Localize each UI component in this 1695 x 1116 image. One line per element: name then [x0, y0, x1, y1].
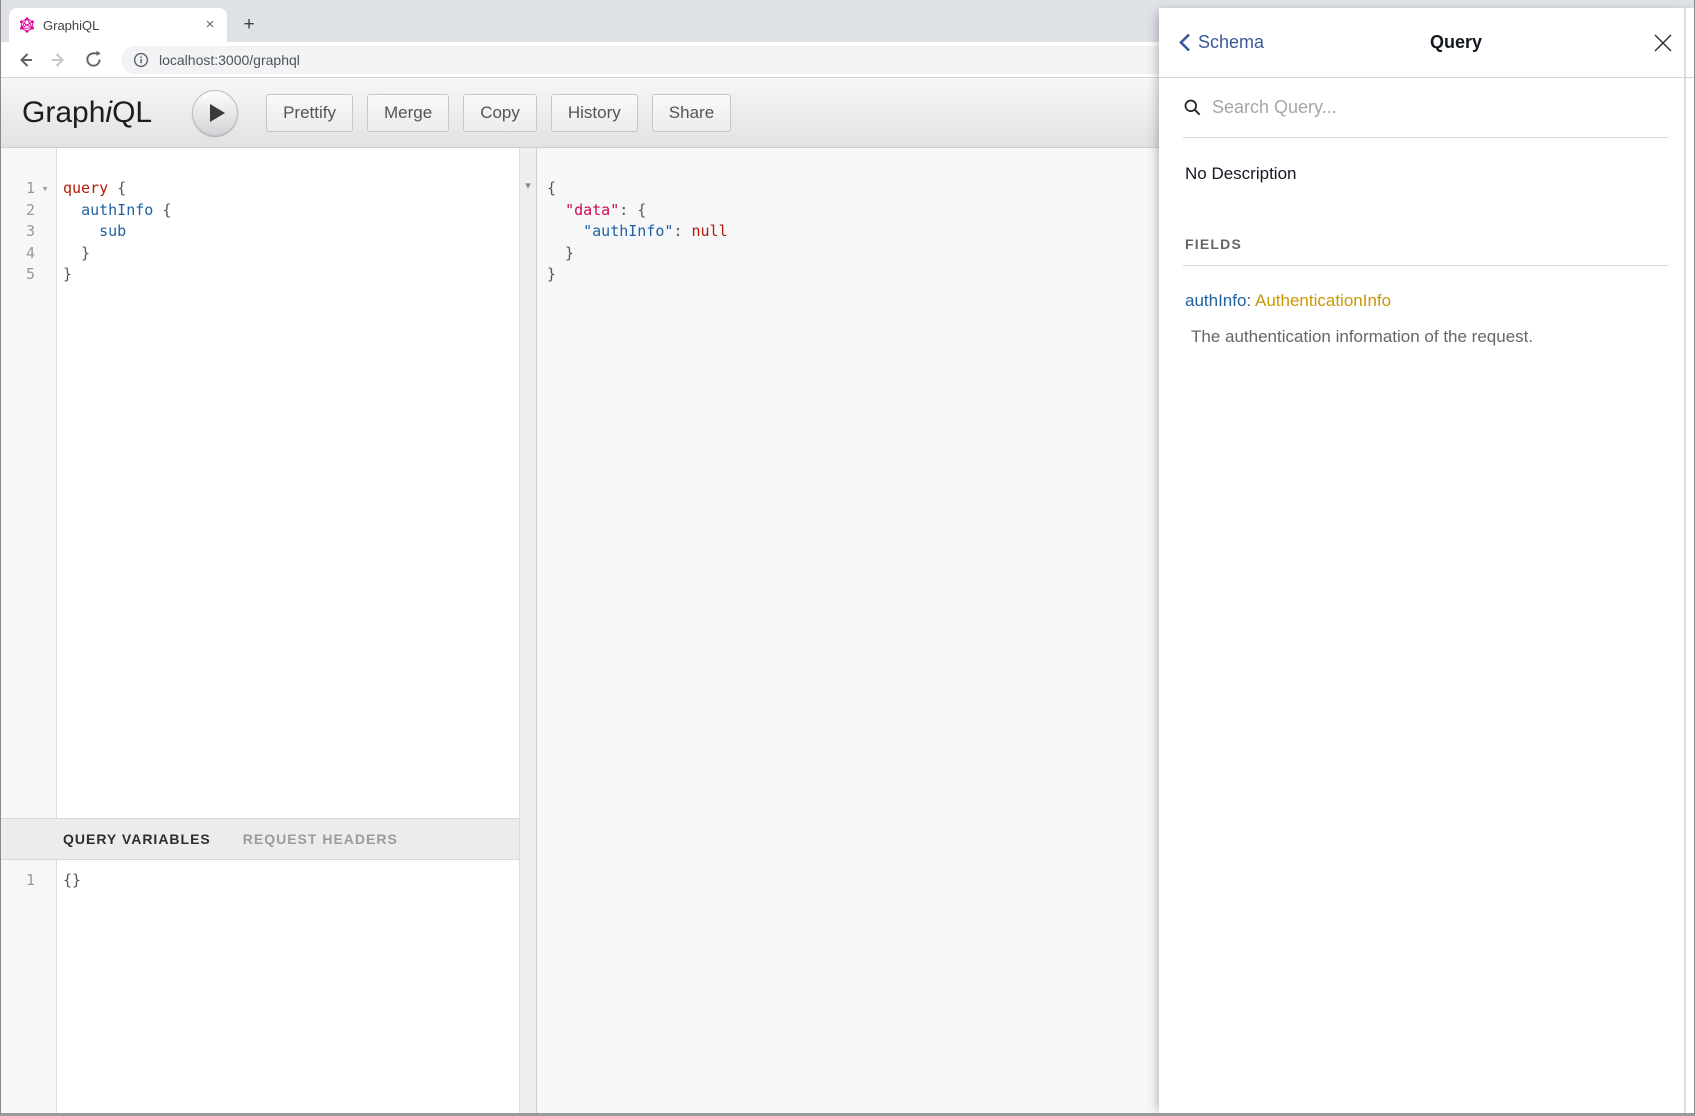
browser-tab[interactable]: GraphiQL ×	[9, 8, 227, 42]
doc-explorer-panel: Schema Query No Description FIELDS authI…	[1159, 8, 1694, 1116]
doc-scrollbar[interactable]	[1684, 8, 1686, 1116]
query-column: 1▾2345 query { authInfo { sub }} QUERY V…	[1, 148, 519, 1116]
pane-divider[interactable]: ▾	[519, 148, 537, 1116]
tab-query-variables[interactable]: QUERY VARIABLES	[63, 831, 211, 847]
url-text[interactable]: localhost:3000/graphql	[159, 52, 1189, 68]
result-viewer-code: { "data": { "authInfo": null }}	[537, 148, 1159, 286]
type-description: No Description	[1183, 164, 1670, 184]
graphiql-logo: GraphiQL	[22, 96, 152, 130]
execute-query-button[interactable]	[192, 90, 238, 136]
prettify-button[interactable]: Prettify	[266, 94, 353, 132]
tab-title: GraphiQL	[43, 18, 201, 33]
variables-editor-code[interactable]: {}	[57, 860, 519, 1116]
forward-icon[interactable]	[45, 46, 73, 74]
doc-explorer-header: Schema Query	[1159, 8, 1694, 78]
query-editor[interactable]: 1▾2345 query { authInfo { sub }}	[1, 148, 519, 818]
browser-window: GraphiQL × + − × localhost:3000/graphql	[0, 0, 1695, 1116]
result-fold-icon[interactable]: ▾	[525, 180, 531, 192]
copy-button[interactable]: Copy	[463, 94, 537, 132]
field-type-link[interactable]: AuthenticationInfo	[1255, 291, 1391, 310]
variables-editor-gutter: 1	[1, 860, 57, 1116]
graphql-favicon-icon	[19, 17, 35, 33]
variables-tab-bar: QUERY VARIABLES REQUEST HEADERS	[1, 818, 519, 860]
doc-search-row	[1183, 78, 1668, 138]
doc-search-input[interactable]	[1212, 97, 1668, 118]
doc-close-icon[interactable]	[1652, 32, 1674, 54]
share-button[interactable]: Share	[652, 94, 731, 132]
graphiql-topbar: GraphiQL Prettify Merge Copy History Sha…	[1, 78, 1159, 148]
address-bar[interactable]: localhost:3000/graphql	[121, 46, 1259, 74]
merge-button[interactable]: Merge	[367, 94, 449, 132]
doc-title: Query	[1264, 32, 1652, 53]
new-tab-button[interactable]: +	[235, 11, 263, 39]
site-info-icon[interactable]	[133, 52, 149, 68]
tab-close-icon[interactable]: ×	[201, 16, 219, 34]
field-description: The authentication information of the re…	[1183, 327, 1670, 347]
query-editor-gutter[interactable]: 1▾2345	[1, 148, 57, 818]
play-icon	[210, 104, 225, 122]
history-button[interactable]: History	[551, 94, 638, 132]
tab-request-headers[interactable]: REQUEST HEADERS	[243, 831, 398, 847]
variables-editor[interactable]: 1 {}	[1, 860, 519, 1116]
result-viewer: { "data": { "authInfo": null }}	[537, 148, 1159, 1116]
doc-back-link[interactable]: Schema	[1179, 32, 1264, 53]
graphiql-app: GraphiQL Prettify Merge Copy History Sha…	[1, 78, 1694, 1116]
doc-explorer-body: No Description FIELDS authInfo: Authenti…	[1159, 78, 1694, 1116]
chevron-left-icon	[1179, 33, 1191, 52]
back-icon[interactable]	[11, 46, 39, 74]
reload-icon[interactable]	[79, 46, 107, 74]
query-editor-code[interactable]: query { authInfo { sub }}	[57, 148, 519, 818]
search-icon	[1183, 98, 1202, 117]
field-row-authinfo: authInfo: AuthenticationInfo	[1183, 291, 1670, 311]
fields-section-label: FIELDS	[1183, 236, 1668, 266]
field-name-link[interactable]: authInfo	[1185, 291, 1246, 310]
